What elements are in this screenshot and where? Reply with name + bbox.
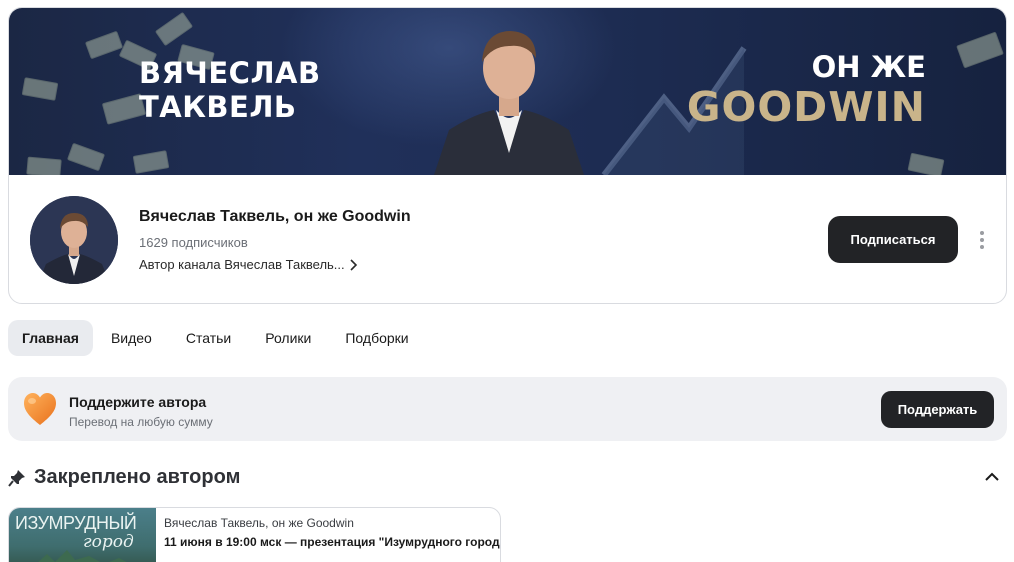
banner-aka: ОН ЖЕ GOODWIN xyxy=(687,50,926,130)
subscriber-count: 1629 подписчиков xyxy=(139,235,248,250)
tab-collections[interactable]: Подборки xyxy=(329,320,424,356)
subscribe-button[interactable]: Подписаться xyxy=(828,216,958,263)
thumbnail-title: ИЗУМРУДНЫЙ xyxy=(15,513,137,533)
pinned-post-title: 11 июня в 19:00 мск — презентация "Изумр… xyxy=(164,535,501,549)
banner-name: ВЯЧЕСЛАВ ТАКВЕЛЬ xyxy=(139,56,321,124)
banner-aka-line: ОН ЖЕ xyxy=(811,50,926,84)
pinned-post-thumbnail: ИЗУМРУДНЫЙ город xyxy=(9,508,156,562)
pinned-post-card[interactable]: ИЗУМРУДНЫЙ город Вячеслав Таквель, он же… xyxy=(8,507,501,562)
channel-info: Вячеслав Таквель, он же Goodwin 1629 под… xyxy=(9,175,1006,303)
donate-title: Поддержите автора xyxy=(69,394,207,410)
banner-name-line2: ТАКВЕЛЬ xyxy=(139,90,297,124)
tab-articles[interactable]: Статьи xyxy=(170,320,247,356)
channel-about-text: Автор канала Вячеслав Таквель... xyxy=(139,257,345,272)
more-vertical-icon[interactable] xyxy=(974,229,990,251)
banner-name-line1: ВЯЧЕСЛАВ xyxy=(139,56,321,90)
pinned-section-header: Закреплено автором xyxy=(8,466,240,489)
donate-banner: Поддержите автора Перевод на любую сумму… xyxy=(8,377,1007,441)
channel-banner: ВЯЧЕСЛАВ ТАКВЕЛЬ ОН ЖЕ GOODWIN xyxy=(9,8,1006,175)
chevron-up-icon[interactable] xyxy=(983,470,1001,484)
tab-shorts[interactable]: Ролики xyxy=(249,320,327,356)
donate-button[interactable]: Поддержать xyxy=(881,391,994,428)
thumbnail-city-illustration xyxy=(24,550,156,562)
chevron-right-icon xyxy=(350,258,357,271)
channel-header: ВЯЧЕСЛАВ ТАКВЕЛЬ ОН ЖЕ GOODWIN Вячеслав … xyxy=(8,7,1007,304)
banner-brand-line: GOODWIN xyxy=(686,83,926,131)
avatar[interactable] xyxy=(30,196,118,284)
heart-icon xyxy=(24,393,56,425)
pin-icon xyxy=(8,469,25,487)
channel-title: Вячеслав Таквель, он же Goodwin xyxy=(139,208,411,225)
pinned-title: Закреплено автором xyxy=(34,466,241,488)
channel-about-link[interactable]: Автор канала Вячеслав Таквель... xyxy=(139,257,359,272)
tab-main[interactable]: Главная xyxy=(8,320,93,356)
pinned-post-author: Вячеслав Таквель, он же Goodwin xyxy=(164,516,354,530)
donate-subtitle: Перевод на любую сумму xyxy=(69,415,213,429)
tab-video[interactable]: Видео xyxy=(95,320,168,356)
channel-tabs: Главная Видео Статьи Ролики Подборки xyxy=(8,320,425,356)
banner-portrait xyxy=(434,31,584,175)
